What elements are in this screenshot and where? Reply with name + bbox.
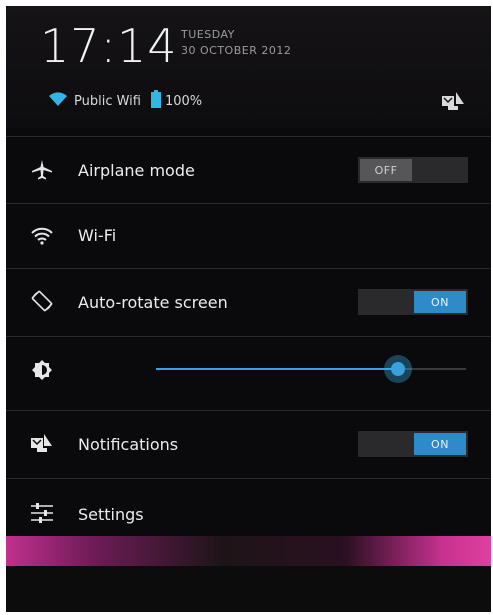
network-name: Public Wifi [74,93,141,109]
navigation-bar [6,566,491,612]
notifications-icon [28,429,56,457]
wallpaper-glimpse [6,536,491,566]
auto-rotate-toggle[interactable]: ON [358,289,468,315]
settings-label: Settings [78,505,144,524]
notifications-label: Notifications [78,435,179,454]
date: 30 OCTOBER 2012 [181,44,292,57]
wifi-label: Wi-Fi [78,226,117,245]
wifi-row[interactable]: Wi-Fi [6,204,491,270]
notifications-row[interactable]: Notifications ON [6,411,491,477]
rotate-icon [28,287,56,315]
toggle-state: OFF [360,159,412,181]
day-of-week: TUESDAY [181,28,235,41]
settings-sliders-icon [28,499,56,527]
brightness-slider-fill [156,368,398,370]
status-row: Public Wifi 100% [48,90,202,112]
status-header: 17:14 TUESDAY 30 OCTOBER 2012 Public Wif… [6,6,491,128]
clock[interactable]: 17:14 [40,18,178,74]
airplane-mode-row[interactable]: Airplane mode OFF [6,137,491,203]
wifi-icon [48,91,68,111]
notifications-shortcut-icon[interactable] [440,90,466,112]
brightness-row [6,337,491,403]
toggle-state: ON [414,433,466,455]
battery-level: 100% [164,93,203,109]
quick-settings-panel: 17:14 TUESDAY 30 OCTOBER 2012 Public Wif… [6,6,491,612]
brightness-slider-thumb[interactable] [383,355,412,383]
airplane-icon [28,156,56,184]
notifications-toggle[interactable]: ON [358,431,468,457]
toggle-state: ON [414,291,466,313]
auto-rotate-row[interactable]: Auto-rotate screen ON [6,269,491,335]
brightness-icon [28,356,56,384]
wifi-icon [28,222,56,250]
battery-icon [150,90,161,112]
auto-rotate-label: Auto-rotate screen [78,293,228,312]
airplane-mode-label: Airplane mode [78,161,195,180]
airplane-mode-toggle[interactable]: OFF [358,157,468,183]
